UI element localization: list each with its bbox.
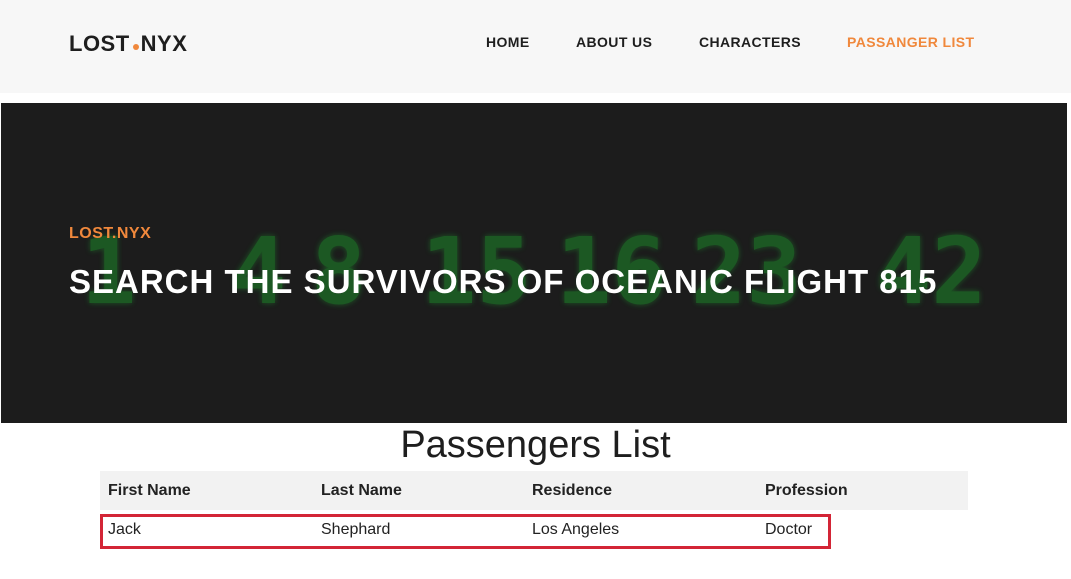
column-header-last-name: Last Name [321, 482, 402, 499]
nav-characters[interactable]: CHARACTERS [699, 34, 801, 52]
column-header-profession: Profession [765, 482, 848, 499]
passengers-table: First Name Last Name Residence Professio… [100, 471, 968, 550]
hero-banner: 1 4 8 15 16 23 42 LOST.NYX SEARCH THE SURVIVOR… [1, 103, 1067, 423]
column-header-first-name: First Name [108, 482, 191, 499]
hero-title: SEARCH THE SURVIVORS OF OCEANIC FLIGHT 8… [69, 263, 938, 300]
table-header-row: First Name Last Name Residence Professio… [100, 471, 968, 510]
cell-last-name: Shephard [321, 521, 391, 538]
table-row[interactable]: Jack Shephard Los Angeles Doctor [100, 510, 968, 550]
hero-kicker: LOST.NYX [69, 225, 152, 242]
logo-text-left: LOST [69, 31, 130, 56]
nav-about-us[interactable]: ABOUT US [576, 34, 652, 52]
cell-first-name: Jack [108, 521, 141, 538]
nav-home[interactable]: HOME [486, 34, 530, 52]
passengers-list-title: Passengers List [400, 424, 671, 466]
cell-residence: Los Angeles [532, 521, 620, 538]
site-logo[interactable]: LOST NYX [69, 31, 187, 57]
nav-passanger-list[interactable]: PASSANGER LIST [847, 34, 974, 52]
site-header: LOST NYX HOME ABOUT US CHARACTERS PASSANG… [0, 0, 1071, 93]
logo-dot [132, 44, 139, 50]
logo-text-right: NYX [140, 31, 188, 56]
cell-profession: Doctor [765, 521, 813, 538]
column-header-residence: Residence [532, 482, 613, 499]
